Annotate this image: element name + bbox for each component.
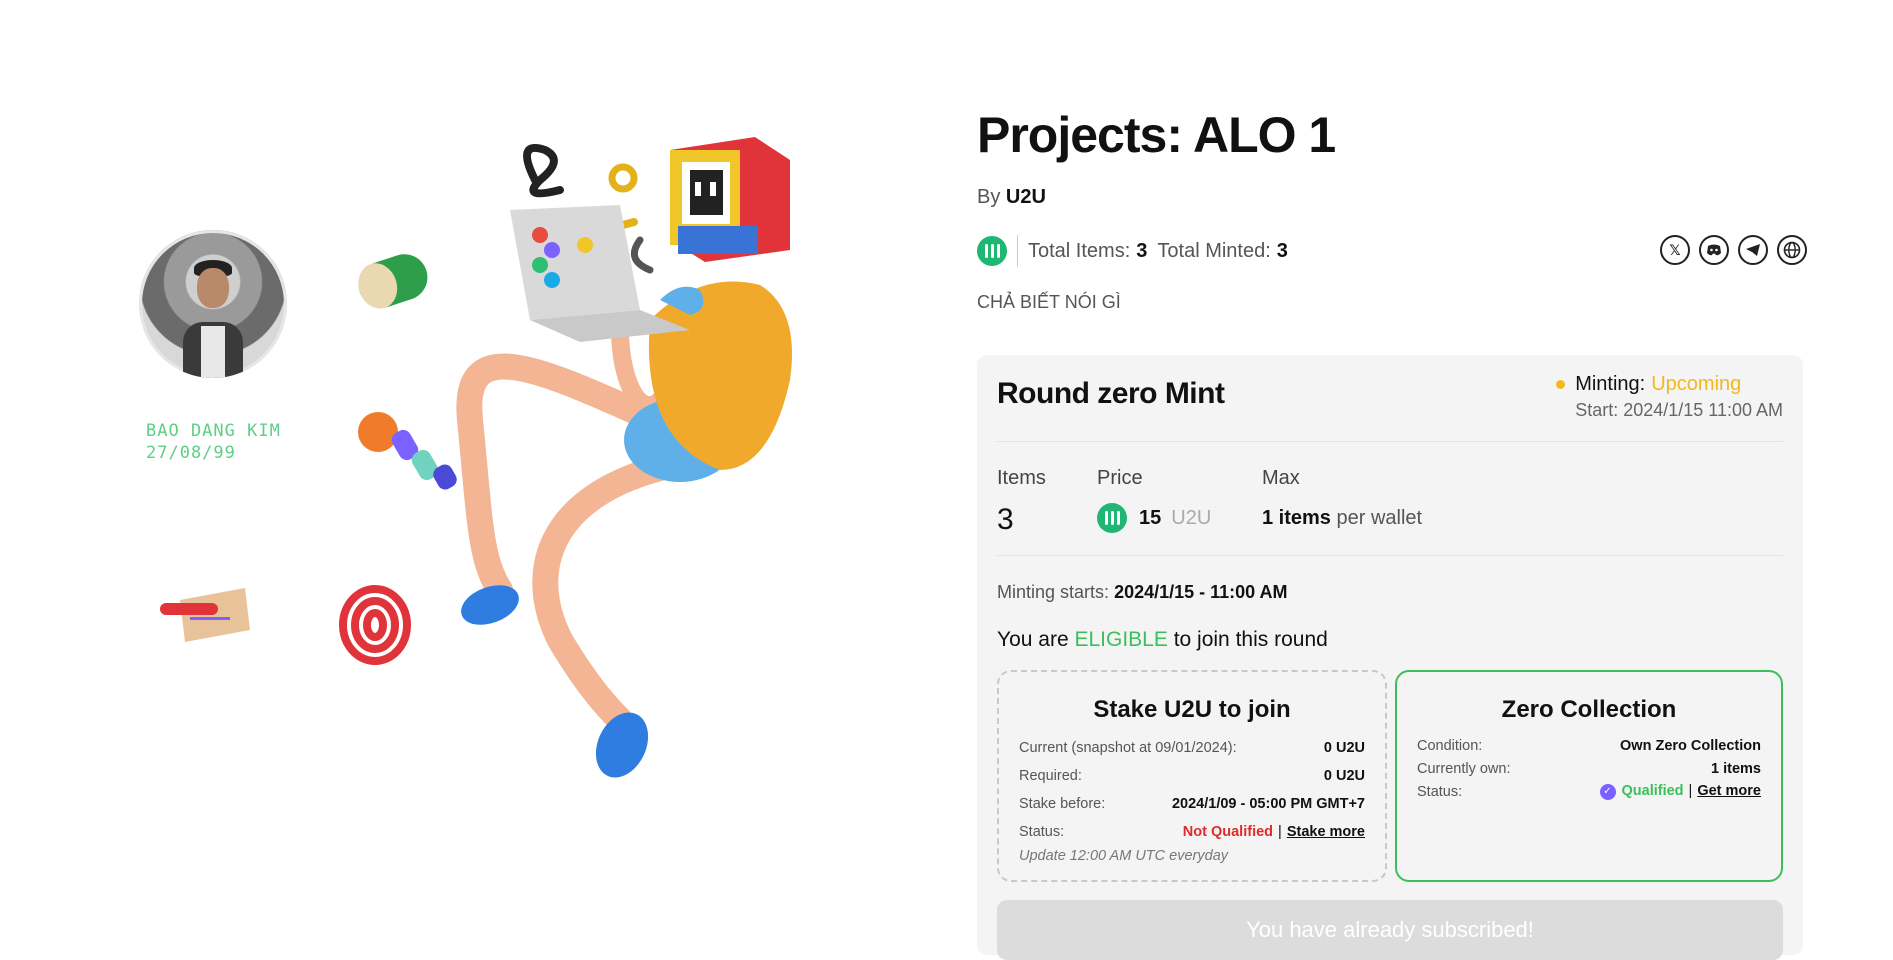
zero-condition-row: Condition: Own Zero Collection [1417, 734, 1761, 757]
zero-own-row: Currently own: 1 items [1417, 757, 1761, 780]
row-value: 2024/1/09 - 05:00 PM GMT+7 [1171, 796, 1365, 812]
ring-shape [608, 163, 638, 193]
pill-shape [358, 254, 428, 309]
max-label: Max [1262, 467, 1300, 489]
minting-starts-label: Minting starts: [997, 582, 1110, 602]
globe-icon[interactable] [1777, 235, 1807, 265]
profile-name: BAO DANG KIM [146, 421, 281, 441]
zero-collection-box: Zero Collection Condition: Own Zero Coll… [1395, 670, 1783, 882]
row-label: Required: [1019, 768, 1082, 784]
stake-status-row: Status: Not Qualified | Stake more [1019, 824, 1365, 840]
max-suffix: per wallet [1336, 507, 1423, 529]
total-items-label: Total Items: [1028, 239, 1131, 262]
x-icon[interactable]: 𝕏 [1660, 235, 1690, 265]
row-value: 0 U2U [1323, 740, 1365, 756]
row-value: 1 items [1711, 760, 1761, 777]
monitor-shape [670, 137, 790, 262]
project-stats: Total Items: 3 Total Minted: 3 [977, 235, 1298, 267]
stake-current-row: Current (snapshot at 09/01/2024): 0 U2U [1019, 734, 1365, 762]
profile-date: 27/08/99 [146, 443, 236, 463]
eligible-pre: You are [997, 628, 1069, 651]
hero-artwork-area: BAO DANG KIM 27/08/99 [0, 0, 960, 949]
zero-status-row: Status: ✓ Qualified | Get more [1417, 783, 1761, 800]
row-label: Status: [1019, 824, 1065, 840]
stake-requirement-box: Stake U2U to join Current (snapshot at 0… [997, 670, 1387, 882]
eligibility-message: You are ELIGIBLE to join this round [997, 628, 1328, 652]
leg-shape [532, 447, 713, 733]
row-label: Condition: [1417, 737, 1483, 754]
stake-required-row: Required: 0 U2U [1019, 762, 1365, 790]
minting-starts-value: 2024/1/15 - 11:00 AM [1114, 582, 1288, 602]
status-badge: Upcoming [1651, 373, 1742, 395]
telegram-icon[interactable] [1738, 235, 1768, 265]
row-label: Current (snapshot at 09/01/2024): [1019, 740, 1237, 756]
max-value: 1 items per wallet [1262, 507, 1422, 530]
update-note: Update 12:00 AM UTC everyday [1019, 848, 1229, 864]
status-badge: Qualified [1621, 783, 1684, 800]
minting-status: Minting: Upcoming Start: 2024/1/15 11:00… [1556, 373, 1783, 421]
stake-before-row: Stake before: 2024/1/09 - 05:00 PM GMT+7 [1019, 790, 1365, 818]
items-label: Items [997, 467, 1046, 489]
row-label: Status: [1417, 783, 1463, 800]
profile-card: BAO DANG KIM 27/08/99 [146, 420, 281, 464]
minting-starts: Minting starts: 2024/1/15 - 11:00 AM [997, 582, 1288, 603]
lollipop-shape [358, 412, 457, 490]
row-label: Stake before: [1019, 796, 1106, 812]
minting-start: Start: 2024/1/15 11:00 AM [1575, 400, 1783, 420]
u2u-coin-icon [1097, 503, 1127, 533]
minting-label: Minting: [1575, 373, 1646, 395]
round-card: Round zero Mint Minting: Upcoming Start:… [977, 355, 1803, 960]
max-amount: 1 items [1262, 507, 1331, 529]
row-value: Own Zero Collection [1620, 737, 1761, 754]
social-links: 𝕏 [1660, 235, 1807, 265]
status-dot-icon [1556, 380, 1566, 389]
divider [997, 441, 1783, 442]
page-title: Projects: ALO 1 [977, 107, 1336, 163]
avatar [139, 230, 287, 378]
flat-card-shape [160, 588, 250, 642]
by-prefix: By [977, 186, 1001, 208]
project-panel: Projects: ALO 1 By U2U Total Items: 3 To… [977, 0, 1807, 960]
price-label: Price [1097, 467, 1143, 489]
get-more-link[interactable]: Get more [1697, 783, 1761, 799]
row-value: 0 U2U [1323, 768, 1365, 784]
items-value: 3 [997, 503, 1014, 536]
subscribed-button[interactable]: You have already subscribed! [997, 900, 1783, 960]
round-title: Round zero Mint [997, 377, 1225, 410]
stake-box-title: Stake U2U to join [1093, 696, 1291, 723]
hook-shape [630, 236, 654, 274]
price-unit: U2U [1171, 506, 1212, 529]
price-amount: 15 [1139, 506, 1162, 529]
total-minted-value: 3 [1276, 239, 1288, 262]
divider [1017, 235, 1018, 267]
price-value: 15 U2U [1097, 503, 1211, 533]
shoe-shape [595, 712, 649, 778]
project-description: CHẢ BIẾT NÓI GÌ [977, 292, 1121, 312]
eligible-post: to join this round [1173, 628, 1328, 651]
divider [997, 555, 1783, 556]
zero-box-title: Zero Collection [1501, 696, 1677, 723]
stake-more-link[interactable]: Stake more [1287, 824, 1365, 840]
laptop-shape [510, 205, 690, 342]
discord-icon[interactable] [1699, 235, 1729, 265]
eligible-status: ELIGIBLE [1074, 628, 1168, 651]
spiral-shape [339, 585, 411, 665]
u2u-coin-icon [977, 236, 1007, 266]
hero-illustration [160, 137, 792, 778]
row-label: Currently own: [1417, 760, 1511, 777]
total-items-value: 3 [1136, 239, 1148, 262]
creator-line: By U2U [977, 186, 1046, 209]
total-minted-label: Total Minted: [1157, 239, 1271, 262]
squiggle-shape [523, 144, 564, 198]
creator-name[interactable]: U2U [1006, 186, 1046, 208]
status-badge: Not Qualified [1182, 824, 1274, 840]
verified-badge-icon: ✓ [1599, 783, 1616, 800]
